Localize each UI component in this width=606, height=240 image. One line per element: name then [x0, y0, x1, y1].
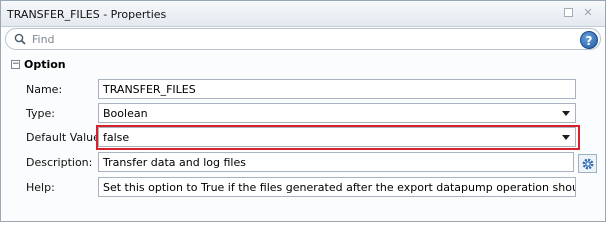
gear-icon [582, 158, 594, 170]
default-value-label: Default Value: [26, 131, 104, 144]
section-title: Option [24, 58, 66, 71]
search-bar [5, 28, 601, 50]
help-label: Help: [26, 181, 55, 194]
title-bar: TRANSFER_FILES - Properties ✕ [1, 1, 605, 27]
help-field[interactable]: Set this option to True if the files gen… [98, 177, 576, 197]
description-field[interactable]: Transfer data and log files [98, 152, 574, 172]
properties-panel: TRANSFER_FILES - Properties ✕ ? − Option… [0, 0, 606, 222]
close-button[interactable]: ✕ [581, 6, 595, 20]
default-value-select[interactable]: false [98, 127, 576, 147]
restore-button[interactable] [561, 6, 575, 20]
restore-icon [563, 8, 573, 17]
chevron-down-icon[interactable] [562, 135, 570, 140]
name-label: Name: [26, 83, 63, 96]
default-value-select-value: false [103, 131, 130, 144]
help-icon[interactable]: ? [580, 31, 598, 49]
name-field[interactable]: TRANSFER_FILES [98, 79, 576, 99]
type-select-value: Boolean [103, 107, 148, 120]
type-select[interactable]: Boolean [98, 103, 576, 123]
chevron-down-icon[interactable] [562, 111, 570, 116]
window-title: TRANSFER_FILES - Properties [7, 8, 167, 21]
search-input[interactable] [32, 31, 572, 47]
search-icon [14, 33, 26, 45]
section-collapse-icon[interactable]: − [11, 60, 20, 69]
type-label: Type: [26, 107, 55, 120]
description-label: Description: [26, 156, 93, 169]
edit-description-button[interactable] [578, 154, 597, 173]
